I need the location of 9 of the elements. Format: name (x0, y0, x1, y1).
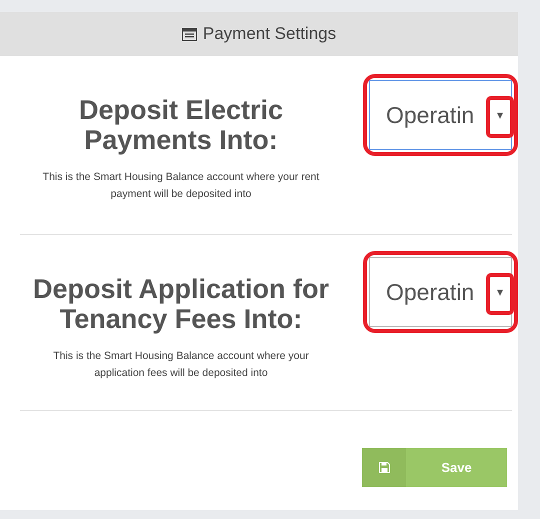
setting-description: This is the Smart Housing Balance account where your application fees will be deposited into (52, 349, 310, 382)
setting-description: This is the Smart Housing Balance account where your rent payment will be deposited into (42, 170, 320, 202)
list-icon (182, 28, 197, 40)
account-select[interactable]: Operatin ▾ (369, 257, 512, 327)
setting-heading: Deposit Electric Payments Into: (78, 96, 284, 156)
panel-title: Payment Settings (202, 24, 336, 44)
account-select[interactable]: Operatin ▾ (369, 80, 512, 150)
setting-heading: Deposit Application for Tenancy Fees Into: (32, 275, 330, 334)
save-icon (378, 462, 390, 473)
